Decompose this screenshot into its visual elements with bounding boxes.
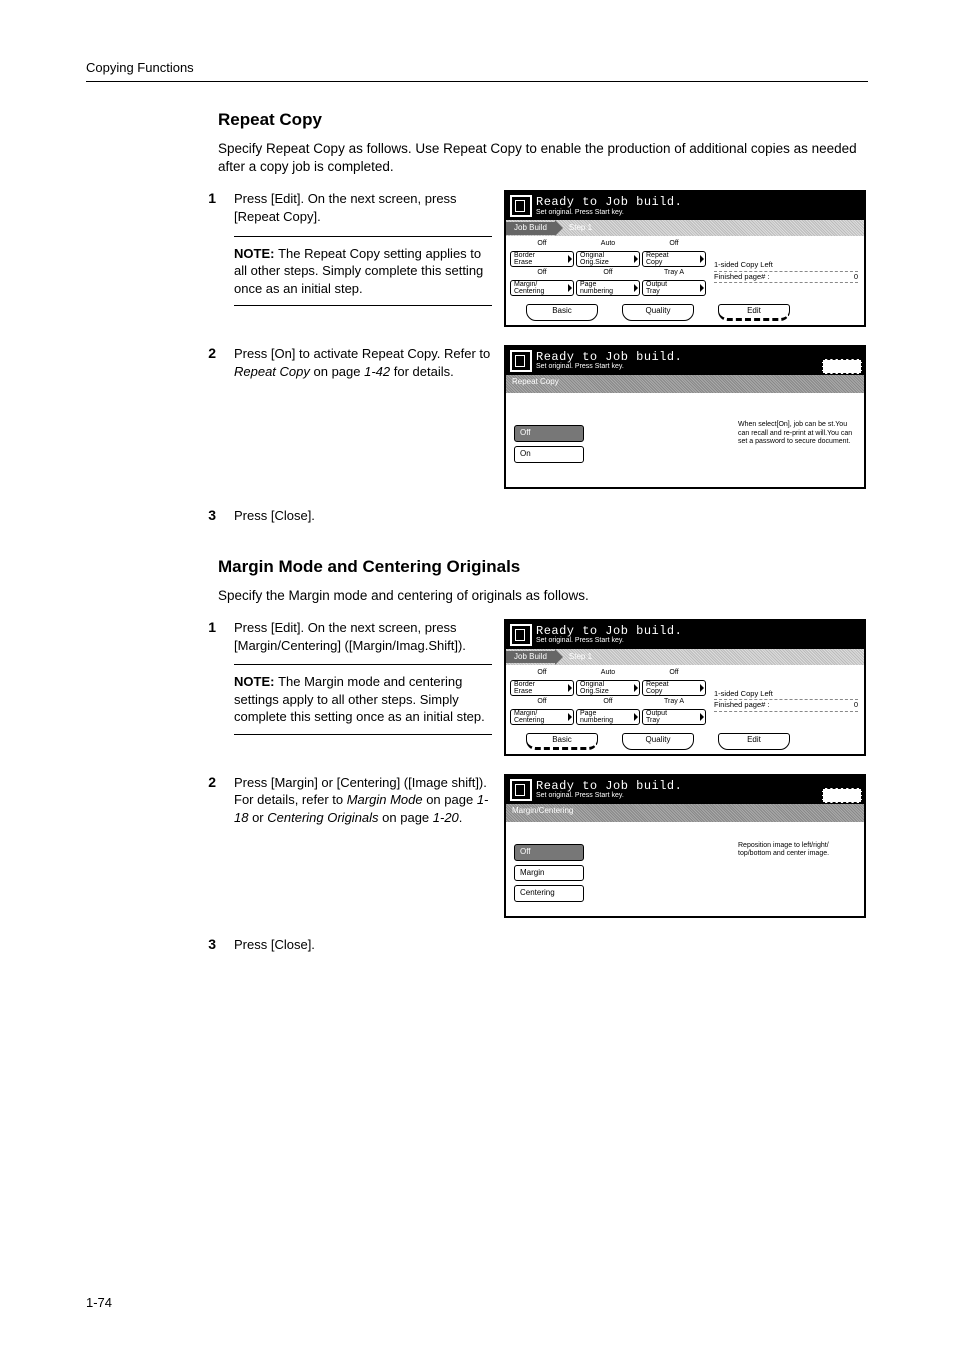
step-number: 2 <box>186 345 234 361</box>
margin-centering-button[interactable]: Margin/Centering <box>510 280 574 296</box>
breadcrumb-tab: Job Build <box>506 222 555 235</box>
state-label: Off <box>510 698 574 707</box>
step-text: Press [Close]. <box>234 507 492 525</box>
original-size-button[interactable]: OriginalOrig.Size <box>576 680 640 696</box>
document-icon <box>510 350 532 372</box>
info-panel: Reposition image to left/right/ top/bott… <box>738 842 858 859</box>
page-numbering-button[interactable]: Pagenumbering <box>576 709 640 725</box>
section-margin-title: Margin Mode and Centering Originals <box>218 557 868 577</box>
output-tray-button[interactable]: OutputTray <box>642 709 706 725</box>
option-centering-button[interactable]: Centering <box>514 885 584 902</box>
step-number: 3 <box>186 936 234 952</box>
border-erase-button[interactable]: BorderErase <box>510 251 574 267</box>
tab-basic[interactable]: Basic <box>526 304 598 321</box>
note-box: NOTE: The Margin mode and centering sett… <box>234 664 492 735</box>
repeat-copy-button[interactable]: RepeatCopy <box>642 680 706 696</box>
tab-quality[interactable]: Quality <box>622 733 694 750</box>
border-erase-button[interactable]: BorderErase <box>510 680 574 696</box>
breadcrumb-label: Repeat Copy <box>512 377 559 386</box>
document-icon <box>510 624 532 646</box>
state-label: Off <box>510 269 574 278</box>
step-text: Press [Edit]. On the next screen, press … <box>234 190 492 225</box>
step-text: Press [Close]. <box>234 936 492 954</box>
screen-subtitle: Set original. Press Start key. <box>536 209 858 217</box>
note-box: NOTE: The Repeat Copy setting applies to… <box>234 236 492 307</box>
breadcrumb-tab: Job Build <box>506 651 555 664</box>
section-repeat-copy-intro: Specify Repeat Copy as follows. Use Repe… <box>218 140 868 176</box>
step-text: Press [Edit]. On the next screen, press … <box>234 619 492 654</box>
state-label: Off <box>642 240 706 249</box>
tab-basic[interactable]: Basic <box>526 733 598 750</box>
back-button[interactable]: Back <box>822 359 862 374</box>
device-screen-margin-centering: Ready to Job build. Set original. Press … <box>504 774 866 918</box>
step-text: Press [On] to activate Repeat Copy. Refe… <box>234 345 492 380</box>
option-on-button[interactable]: On <box>514 446 584 463</box>
info-finished-value: 0 <box>854 273 858 281</box>
section-margin-intro: Specify the Margin mode and centering of… <box>218 587 868 605</box>
state-label: Tray A <box>642 269 706 278</box>
chevron-right-icon <box>555 649 563 665</box>
breadcrumb-label: Margin/Centering <box>512 806 573 815</box>
option-off-button[interactable]: Off <box>514 425 584 442</box>
state-label: Tray A <box>642 698 706 707</box>
option-margin-button[interactable]: Margin <box>514 865 584 882</box>
info-panel: When select[On], job can be st.You can r… <box>738 421 858 446</box>
original-size-button[interactable]: OriginalOrig.Size <box>576 251 640 267</box>
screen-subtitle: Set original. Press Start key. <box>536 792 858 800</box>
breadcrumb-step: Step 1 <box>569 653 592 662</box>
chevron-right-icon <box>555 220 563 236</box>
step-number: 1 <box>186 619 234 635</box>
output-tray-button[interactable]: OutputTray <box>642 280 706 296</box>
option-off-button[interactable]: Off <box>514 844 584 861</box>
screen-subtitle: Set original. Press Start key. <box>536 637 858 645</box>
state-label: Off <box>510 669 574 678</box>
running-header: Copying Functions <box>86 60 868 75</box>
device-screen-edit: Ready to Job build. Set original. Press … <box>504 190 866 327</box>
breadcrumb-step: Step 1 <box>569 224 592 233</box>
section-repeat-copy-title: Repeat Copy <box>218 110 868 130</box>
state-label: Off <box>642 669 706 678</box>
info-finished-label: Finished page# : <box>714 273 769 281</box>
device-screen-repeat-copy: Ready to Job build. Set original. Press … <box>504 345 866 489</box>
step-text: Press [Margin] or [Centering] ([Image sh… <box>234 774 492 827</box>
note-label: NOTE: <box>234 246 278 261</box>
header-rule <box>86 81 868 82</box>
info-finished-label: Finished page# : <box>714 701 769 709</box>
note-label: NOTE: <box>234 674 278 689</box>
tab-edit[interactable]: Edit <box>718 304 790 321</box>
state-label: Off <box>576 698 640 707</box>
back-button[interactable]: Back <box>822 788 862 803</box>
state-label: Auto <box>576 240 640 249</box>
info-finished-value: 0 <box>854 701 858 709</box>
step-number: 3 <box>186 507 234 523</box>
state-label: Auto <box>576 669 640 678</box>
info-copy-mode: 1-sided Copy Left <box>714 261 773 269</box>
state-label: Off <box>510 240 574 249</box>
device-screen-edit: Ready to Job build. Set original. Press … <box>504 619 866 756</box>
page-number: 1-74 <box>86 1295 112 1310</box>
repeat-copy-button[interactable]: RepeatCopy <box>642 251 706 267</box>
document-icon <box>510 779 532 801</box>
info-copy-mode: 1-sided Copy Left <box>714 690 773 698</box>
screen-subtitle: Set original. Press Start key. <box>536 363 858 371</box>
state-label: Off <box>576 269 640 278</box>
margin-centering-button[interactable]: Margin/Centering <box>510 709 574 725</box>
page-numbering-button[interactable]: Pagenumbering <box>576 280 640 296</box>
tab-edit[interactable]: Edit <box>718 733 790 750</box>
document-icon <box>510 195 532 217</box>
tab-quality[interactable]: Quality <box>622 304 694 321</box>
step-number: 2 <box>186 774 234 790</box>
step-number: 1 <box>186 190 234 206</box>
